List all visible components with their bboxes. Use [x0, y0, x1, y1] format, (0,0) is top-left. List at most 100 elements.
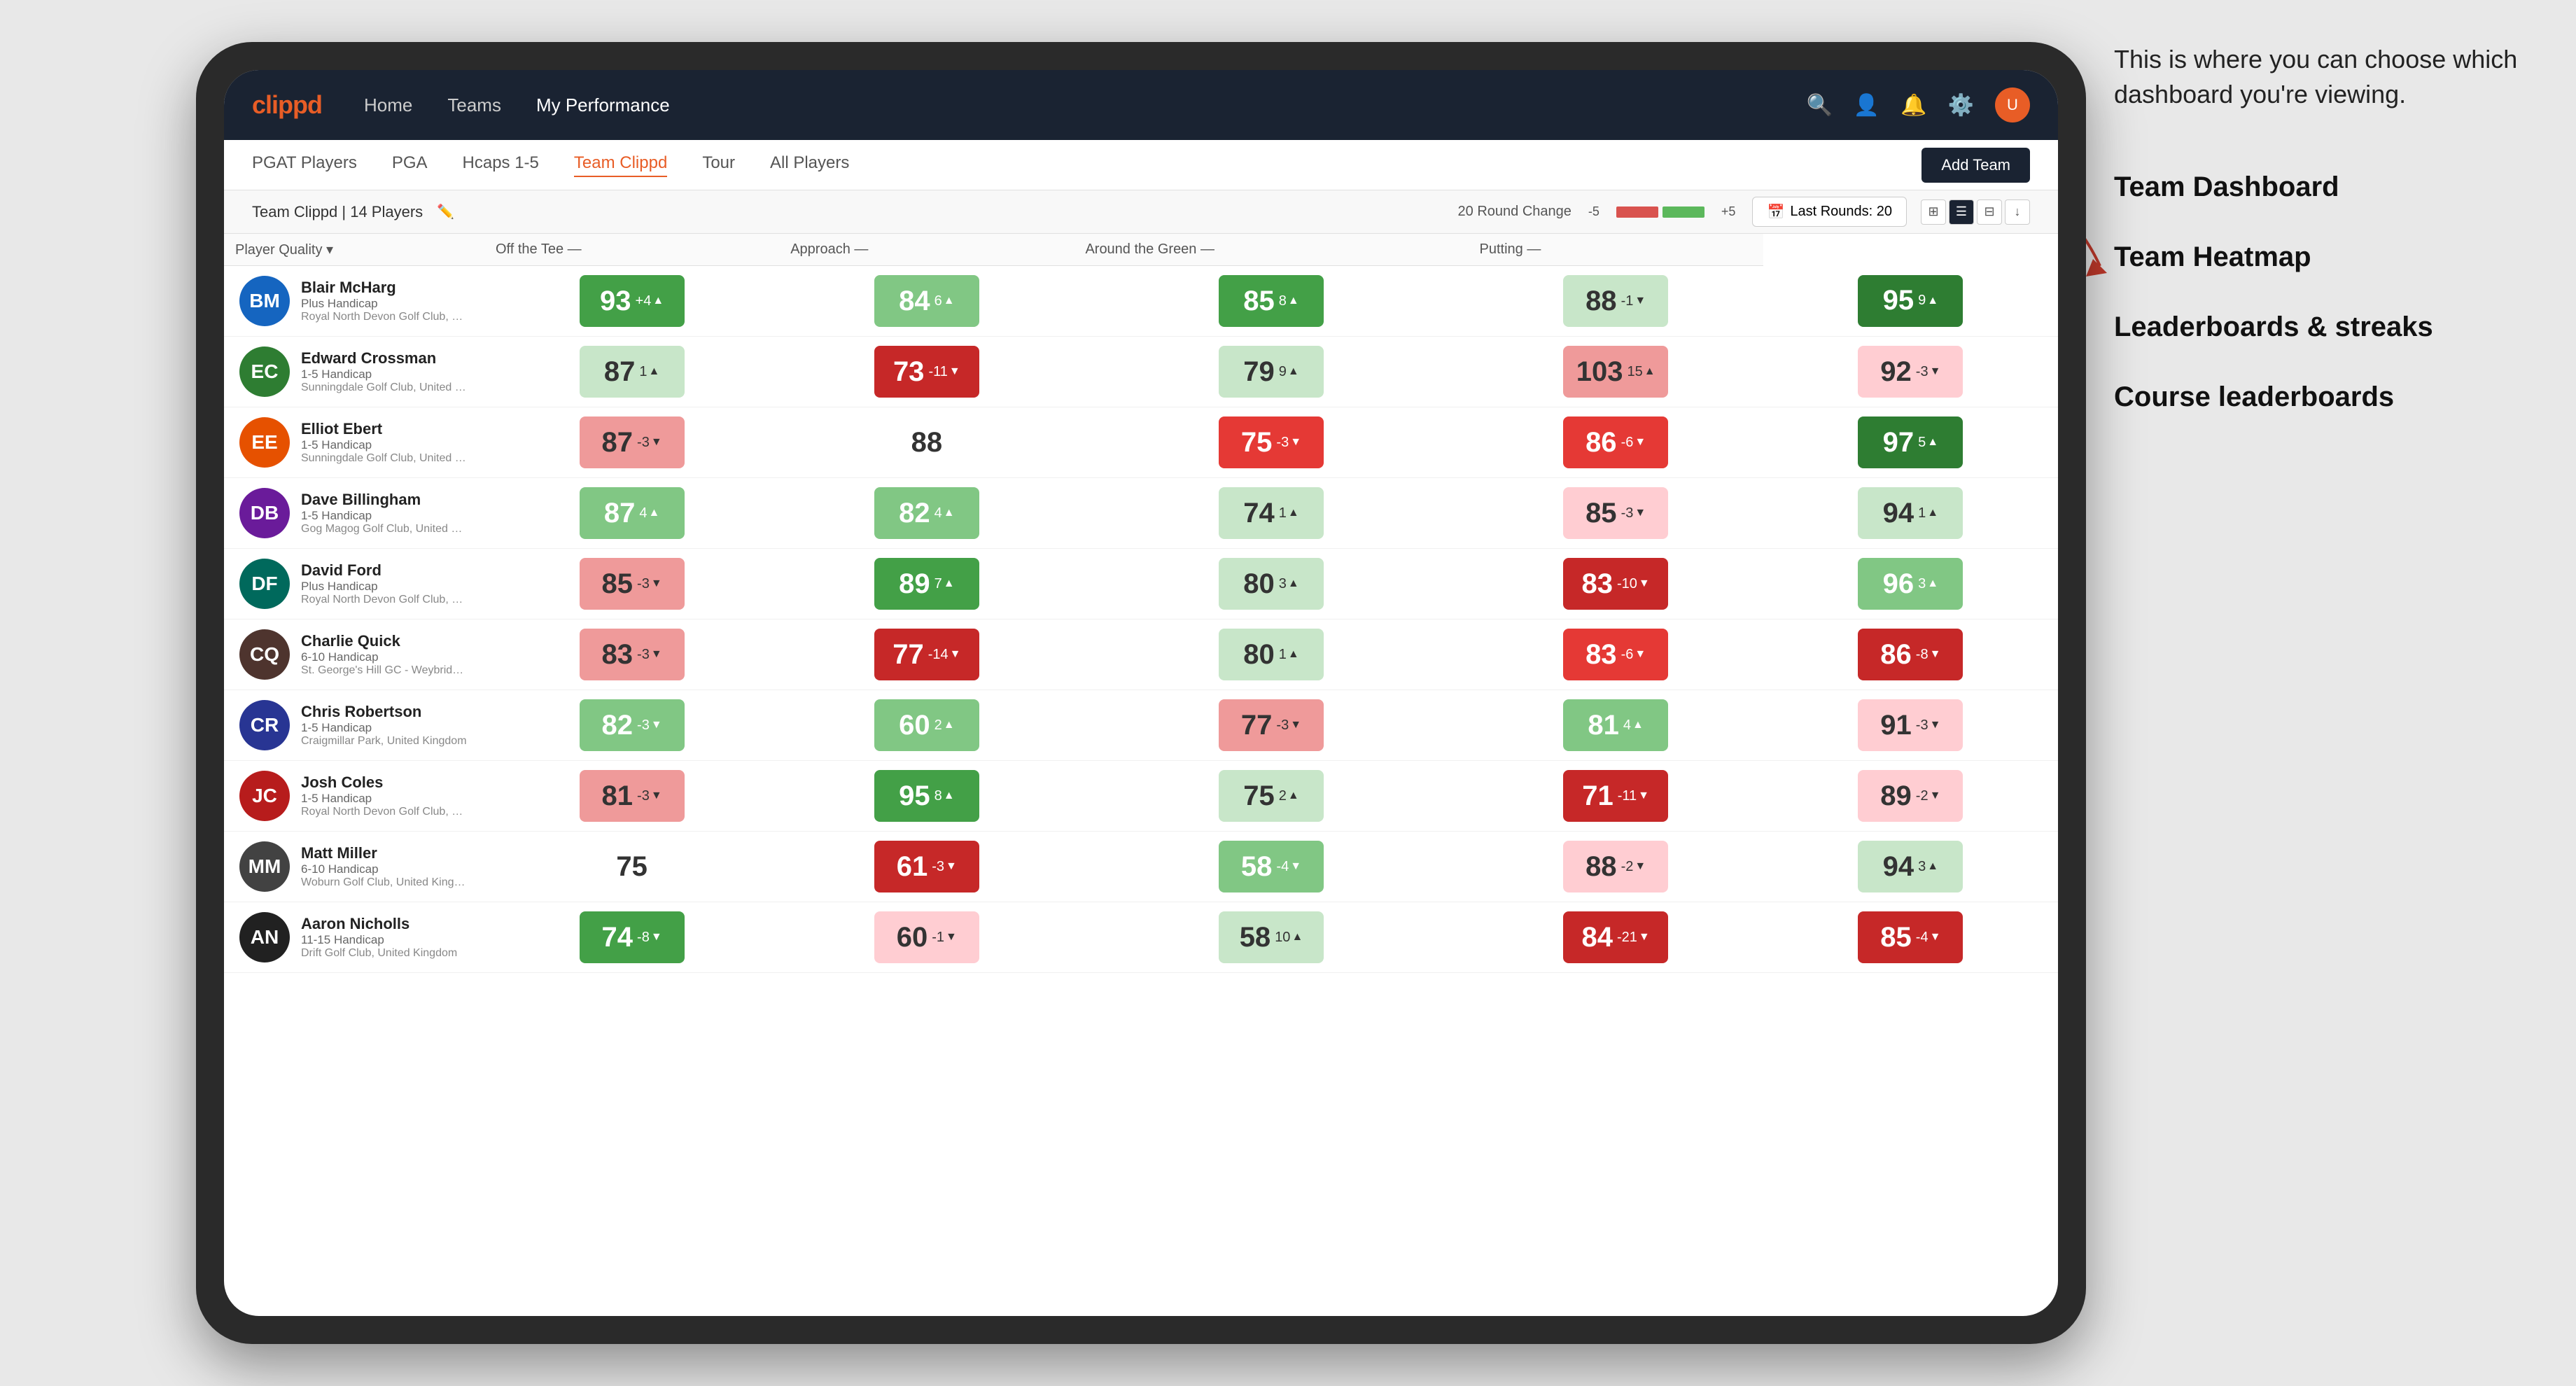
- player-name: David Ford: [301, 561, 469, 580]
- search-icon[interactable]: 🔍: [1807, 93, 1833, 118]
- player-avatar: EE: [239, 417, 290, 468]
- score-box: 85 8▲: [1219, 275, 1324, 327]
- table-row[interactable]: EE Elliot Ebert 1-5 Handicap Sunningdale…: [224, 407, 2058, 478]
- table-row[interactable]: DB Dave Billingham 1-5 Handicap Gog Mago…: [224, 478, 2058, 549]
- delta-arrow: ▼: [651, 436, 662, 449]
- edit-icon[interactable]: ✏️: [437, 203, 454, 220]
- delta-arrow: ▼: [1290, 436, 1301, 449]
- score-value: 87: [604, 498, 636, 529]
- score-delta: 3▲: [1279, 576, 1299, 592]
- score-value: 85: [1586, 498, 1617, 529]
- score-box: 80 1▲: [1219, 629, 1324, 680]
- score-value: 88: [1586, 286, 1617, 317]
- score-value: 80: [1243, 639, 1275, 671]
- score-cell-off_tee: 82 4▲: [779, 478, 1074, 549]
- score-cell-player_quality: 93 +4▲: [484, 266, 779, 337]
- delta-arrow: ▼: [651, 578, 662, 590]
- last-rounds-selector[interactable]: 📅 Last Rounds: 20: [1752, 197, 1907, 227]
- player-info: Aaron Nicholls 11-15 Handicap Drift Golf…: [301, 915, 457, 960]
- avatar[interactable]: U: [1995, 88, 2030, 122]
- annotation-area: This is where you can choose which dashb…: [2114, 42, 2534, 449]
- score-delta: -1▼: [1621, 293, 1646, 309]
- score-delta: -3▼: [1276, 718, 1301, 734]
- range-neg: [1616, 206, 1658, 218]
- score-cell-approach: 85 8▲: [1074, 266, 1468, 337]
- score-box: 89 7▲: [874, 558, 979, 610]
- nav-link-performance[interactable]: My Performance: [536, 94, 670, 116]
- tab-pga[interactable]: PGA: [392, 153, 428, 177]
- nav-link-home[interactable]: Home: [364, 94, 412, 116]
- score-box: 94 1▲: [1858, 487, 1963, 539]
- score-value: 82: [602, 710, 634, 741]
- score-value: 84: [1582, 922, 1614, 953]
- annotation-item-course: Course leaderboards: [2114, 379, 2534, 415]
- score-box: 84 -21▼: [1563, 911, 1668, 963]
- table-row[interactable]: CR Chris Robertson 1-5 Handicap Craigmil…: [224, 690, 2058, 761]
- range-bar: [1616, 206, 1704, 218]
- delta-arrow: ▼: [949, 365, 960, 378]
- table-row[interactable]: JC Josh Coles 1-5 Handicap Royal North D…: [224, 761, 2058, 832]
- download-button[interactable]: ↓: [2005, 200, 2030, 225]
- delta-arrow: ▲: [1288, 365, 1299, 378]
- score-delta: -21▼: [1617, 930, 1650, 946]
- score-cell-putting: 86 -8▼: [1763, 620, 2058, 690]
- score-delta: 1▲: [639, 364, 659, 380]
- score-value: 96: [1883, 568, 1914, 600]
- score-delta: 8▲: [1279, 293, 1299, 309]
- table-row[interactable]: BM Blair McHarg Plus Handicap Royal Nort…: [224, 266, 2058, 337]
- settings-icon[interactable]: ⚙️: [1948, 93, 1974, 118]
- score-value: 95: [1883, 285, 1914, 316]
- tablet-screen: clippd Home Teams My Performance 🔍 👤 🔔 ⚙…: [224, 70, 2058, 1316]
- tab-tour[interactable]: Tour: [702, 153, 735, 177]
- score-cell-player_quality: 83 -3▼: [484, 620, 779, 690]
- score-box: 77 -3▼: [1219, 699, 1324, 751]
- score-delta: -14▼: [928, 647, 961, 663]
- user-icon[interactable]: 👤: [1854, 93, 1879, 118]
- player-club: Drift Golf Club, United Kingdom: [301, 947, 457, 960]
- table-row[interactable]: CQ Charlie Quick 6-10 Handicap St. Georg…: [224, 620, 2058, 690]
- score-box: 82 -3▼: [580, 699, 685, 751]
- score-cell-around_green: 81 4▲: [1469, 690, 1763, 761]
- bell-icon[interactable]: 🔔: [1900, 93, 1926, 118]
- list-view-button[interactable]: ☰: [1949, 200, 1974, 225]
- table-row[interactable]: MM Matt Miller 6-10 Handicap Woburn Golf…: [224, 832, 2058, 902]
- player-name: Matt Miller: [301, 844, 469, 862]
- score-cell-around_green: 88 -1▼: [1469, 266, 1763, 337]
- score-cell-player_quality: 85 -3▼: [484, 549, 779, 620]
- score-box: 85 -4▼: [1858, 911, 1963, 963]
- nav-link-teams[interactable]: Teams: [447, 94, 501, 116]
- player-name: Elliot Ebert: [301, 420, 469, 438]
- tab-hcaps[interactable]: Hcaps 1-5: [463, 153, 539, 177]
- tab-pgat[interactable]: PGAT Players: [252, 153, 357, 177]
- nav-logo: clippd: [252, 90, 322, 120]
- score-value: 89: [899, 568, 930, 600]
- score-cell-approach: 74 1▲: [1074, 478, 1468, 549]
- tab-team-clippd[interactable]: Team Clippd: [574, 153, 667, 177]
- table-row[interactable]: EC Edward Crossman 1-5 Handicap Sunningd…: [224, 337, 2058, 407]
- range-pos: [1662, 206, 1704, 218]
- annotation-item-leaderboards: Leaderboards & streaks: [2114, 309, 2534, 345]
- add-team-button[interactable]: Add Team: [1921, 148, 2030, 183]
- tab-all-players[interactable]: All Players: [770, 153, 849, 177]
- score-box: 73 -11▼: [874, 346, 979, 398]
- delta-arrow: ▼: [1930, 931, 1941, 944]
- player-club: Woburn Golf Club, United Kingdom: [301, 876, 469, 889]
- score-value: 79: [1243, 356, 1275, 388]
- score-cell-player_quality: 87 1▲: [484, 337, 779, 407]
- table-row[interactable]: DF David Ford Plus Handicap Royal North …: [224, 549, 2058, 620]
- score-value: 60: [899, 710, 930, 741]
- detail-view-button[interactable]: ⊟: [1977, 200, 2002, 225]
- delta-arrow: ▼: [651, 648, 662, 661]
- player-info: Charlie Quick 6-10 Handicap St. George's…: [301, 632, 469, 677]
- score-delta: 4▲: [639, 505, 659, 522]
- score-box: 58 -4▼: [1219, 841, 1324, 892]
- player-cell-5: CQ Charlie Quick 6-10 Handicap St. Georg…: [224, 620, 484, 690]
- score-box: 88 -2▼: [1563, 841, 1668, 892]
- last-rounds-label: Last Rounds: 20: [1790, 204, 1892, 220]
- player-info: David Ford Plus Handicap Royal North Dev…: [301, 561, 469, 606]
- col-header-off-tee: Off the Tee —: [484, 234, 779, 266]
- table-row[interactable]: AN Aaron Nicholls 11-15 Handicap Drift G…: [224, 902, 2058, 973]
- score-cell-putting: 97 5▲: [1763, 407, 2058, 478]
- grid-view-button[interactable]: ⊞: [1921, 200, 1946, 225]
- nav-links: Home Teams My Performance: [364, 94, 1807, 116]
